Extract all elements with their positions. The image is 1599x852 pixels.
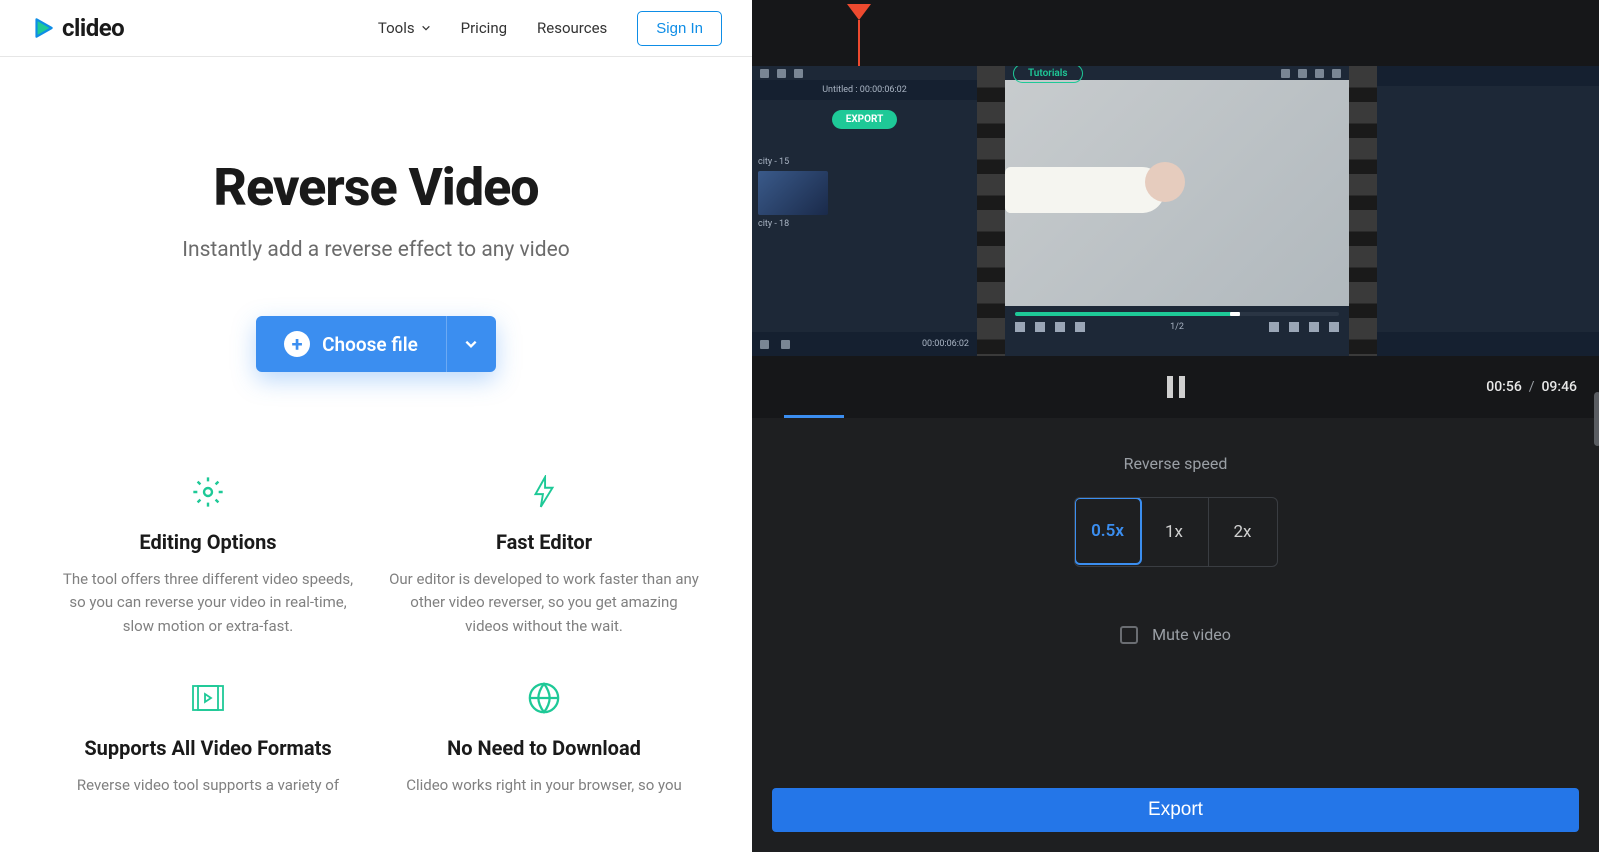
settings-icon[interactable] — [1289, 322, 1299, 332]
preview-progress[interactable] — [1015, 312, 1339, 316]
feature-editing-options: Editing Options The tool offers three di… — [53, 472, 363, 638]
top-nav: Tools Pricing Resources Sign In — [378, 11, 722, 46]
close-icon[interactable] — [794, 69, 803, 78]
scrollbar-thumb[interactable] — [1594, 392, 1599, 446]
tutorials-badge[interactable]: Tutorials — [1013, 66, 1083, 83]
minimize-icon[interactable] — [760, 69, 769, 78]
nav-resources[interactable]: Resources — [537, 19, 607, 37]
site-header: clideo Tools Pricing Resources Sign In — [0, 0, 752, 57]
asset-label: city - 15 — [1377, 141, 1599, 155]
choose-file-dropdown[interactable] — [446, 316, 496, 372]
timecode-label: 00:00:06:02 — [922, 339, 969, 349]
reverse-controls: Reverse speed 0.5x 1x 2x Mute video Expo… — [752, 418, 1599, 852]
asset-label: city - 15 — [752, 155, 977, 169]
brand-name: clideo — [62, 14, 124, 42]
next-play-icon[interactable] — [1055, 322, 1065, 332]
video-editor-strip: Untitled : 00:00:06:02 EXPORT city - 15 … — [752, 66, 1599, 356]
playback-bar: 00:56 / 09:46 — [752, 356, 1599, 418]
list-icon[interactable] — [1281, 69, 1290, 78]
chevron-down-icon — [464, 337, 478, 351]
maximize-icon[interactable] — [1315, 69, 1324, 78]
camera-icon[interactable] — [760, 340, 769, 349]
close-icon[interactable] — [1332, 69, 1341, 78]
prev-icon[interactable] — [1015, 322, 1025, 332]
lightning-icon — [531, 475, 557, 509]
gear-icon — [192, 476, 224, 508]
pause-icon — [1167, 376, 1173, 398]
asset-label: city - 18 — [752, 217, 977, 231]
editor-panel-right: Untitled : 00:0 EXPORT city - 15 city - … — [1377, 66, 1599, 356]
feature-fast-editor: Fast Editor Our editor is developed to w… — [389, 472, 699, 638]
mute-video-toggle[interactable]: Mute video — [1120, 625, 1231, 644]
asset-thumbnail[interactable] — [758, 171, 828, 215]
timeline-ruler[interactable] — [752, 4, 1599, 66]
asset-label: city - 18 — [1377, 203, 1599, 217]
checkbox-icon — [1120, 626, 1138, 644]
screen-icon[interactable] — [1269, 322, 1279, 332]
speed-option-2x[interactable]: 2x — [1209, 498, 1277, 566]
time-display: 00:56 / 09:46 — [1486, 379, 1577, 395]
feature-video-formats: Supports All Video Formats Reverse video… — [53, 678, 363, 797]
timeline-playhead[interactable] — [847, 4, 871, 66]
pause-button[interactable] — [1167, 376, 1185, 398]
speed-label: Reverse speed — [1124, 454, 1228, 473]
playhead-triangle-icon — [847, 4, 871, 20]
preview-controls: 1/2 — [1005, 306, 1349, 356]
export-badge[interactable]: EXPORT — [832, 110, 898, 129]
maximize-icon[interactable] — [777, 69, 786, 78]
video-file-icon — [191, 684, 225, 712]
play-icon — [30, 15, 56, 41]
choose-file-button-group: + Choose file — [256, 316, 496, 372]
stop-icon[interactable] — [1075, 322, 1085, 332]
video-preview-area: Untitled : 00:00:06:02 EXPORT city - 15 … — [752, 0, 1599, 418]
pager-label: 1/2 — [1170, 322, 1184, 332]
page-subtitle: Instantly add a reverse effect to any vi… — [0, 238, 752, 262]
volume-icon[interactable] — [1309, 322, 1319, 332]
nav-tools[interactable]: Tools — [378, 19, 431, 37]
film-strip-border — [1349, 66, 1377, 356]
page-title: Reverse Video — [0, 157, 752, 218]
film-strip-border — [977, 66, 1005, 356]
play-icon[interactable] — [1035, 322, 1045, 332]
chevron-down-icon — [421, 23, 431, 33]
editor-panel-left: Untitled : 00:00:06:02 EXPORT city - 15 … — [752, 66, 977, 356]
editor-preview-center: Tutorials — [1005, 66, 1349, 356]
brand-logo[interactable]: clideo — [30, 14, 124, 42]
minimize-icon[interactable] — [1298, 69, 1307, 78]
fullscreen-icon[interactable] — [1329, 322, 1339, 332]
nav-pricing[interactable]: Pricing — [461, 19, 507, 37]
speaker-icon[interactable] — [781, 340, 790, 349]
choose-file-button[interactable]: + Choose file — [256, 316, 446, 372]
pane-title-left: Untitled : 00:00:06:02 — [822, 85, 907, 95]
features-grid: Editing Options The tool offers three di… — [0, 472, 752, 797]
speed-option-0-5x[interactable]: 0.5x — [1074, 497, 1142, 565]
hero-section: Reverse Video Instantly add a reverse ef… — [0, 57, 752, 372]
speed-selector: 0.5x 1x 2x — [1074, 497, 1278, 567]
export-button[interactable]: Export — [772, 788, 1579, 832]
signin-button[interactable]: Sign In — [637, 11, 722, 46]
plus-icon: + — [284, 331, 310, 357]
feature-no-download: No Need to Download Clideo works right i… — [389, 678, 699, 797]
speed-option-1x[interactable]: 1x — [1141, 498, 1209, 566]
globe-icon — [527, 681, 561, 715]
